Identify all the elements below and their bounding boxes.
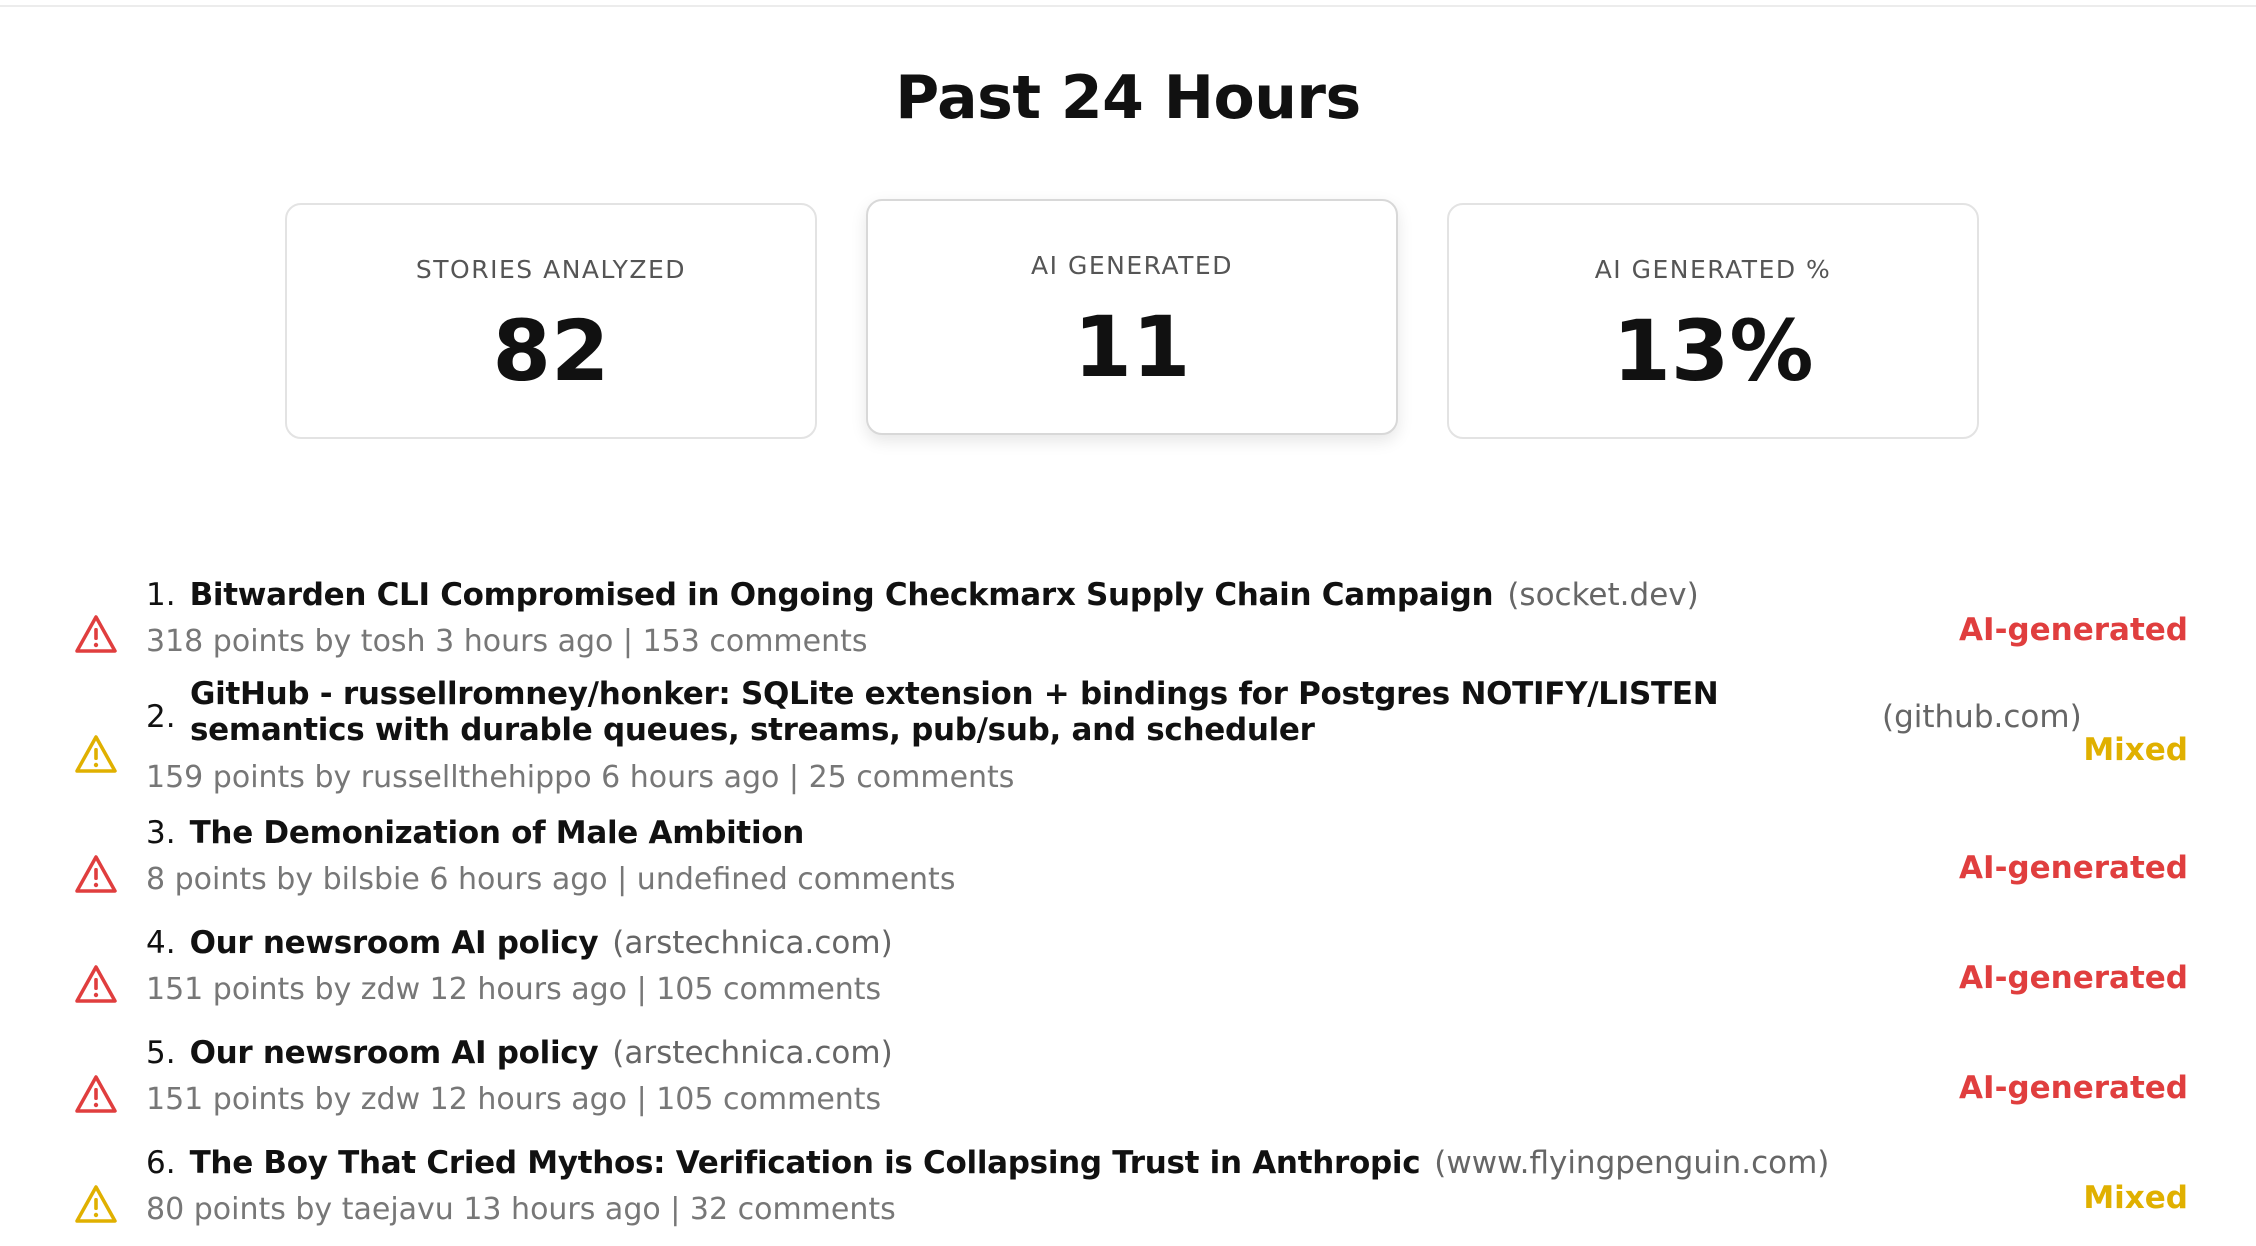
status-badge: AI-generated bbox=[1959, 960, 2188, 996]
story-title-link[interactable]: Bitwarden CLI Compromised in Ongoing Che… bbox=[190, 577, 1494, 613]
story-rank: 1. bbox=[146, 577, 176, 613]
story-rank: 5. bbox=[146, 1035, 176, 1071]
list-item: 1. Bitwarden CLI Compromised in Ongoing C… bbox=[0, 576, 2256, 686]
warning-triangle-red-icon bbox=[74, 614, 118, 654]
status-badge: Mixed bbox=[2083, 732, 2188, 768]
story-meta: 80 points by taejavu 13 hours ago | 32 c… bbox=[146, 1192, 896, 1227]
stat-label: AI GENERATED % bbox=[1594, 255, 1832, 284]
stat-value: 13% bbox=[1612, 302, 1814, 400]
stat-label: AI GENERATED bbox=[1031, 251, 1233, 280]
list-item: 2. GitHub - russellromney/honker: SQLite… bbox=[0, 676, 2256, 806]
status-badge: AI-generated bbox=[1959, 1070, 2188, 1106]
warning-triangle-red-icon bbox=[74, 854, 118, 894]
story-meta: 318 points by tosh 3 hours ago | 153 com… bbox=[146, 624, 868, 659]
story-domain-link[interactable]: (arstechnica.com) bbox=[612, 925, 892, 961]
warning-triangle-yellow-icon bbox=[74, 734, 118, 774]
story-meta: 8 points by bilsbie 6 hours ago | undefi… bbox=[146, 862, 956, 897]
status-badge: AI-generated bbox=[1959, 850, 2188, 886]
stat-card-ai-generated-percent: AI GENERATED % 13% bbox=[1447, 203, 1979, 439]
list-item: 4. Our newsroom AI policy (arstechnica.com… bbox=[0, 924, 2256, 1024]
status-badge: Mixed bbox=[2083, 1180, 2188, 1216]
story-domain-link[interactable]: (github.com) bbox=[1882, 698, 2082, 736]
page-title: Past 24 Hours bbox=[895, 63, 1361, 133]
story-meta: 159 points by russellthehippo 6 hours ag… bbox=[146, 760, 1015, 795]
stat-card-ai-generated: AI GENERATED 11 bbox=[866, 199, 1398, 435]
story-title-link[interactable]: Our newsroom AI policy bbox=[190, 925, 599, 961]
list-item: 3. The Demonization of Male Ambition 8 po… bbox=[0, 814, 2256, 914]
story-title-link[interactable]: The Demonization of Male Ambition bbox=[190, 815, 805, 851]
stat-value: 11 bbox=[1073, 298, 1191, 396]
warning-triangle-red-icon bbox=[74, 1074, 118, 1114]
story-title-link[interactable]: Our newsroom AI policy bbox=[190, 1035, 599, 1071]
list-item: 6. The Boy That Cried Mythos: Verificatio… bbox=[0, 1144, 2256, 1244]
list-item: 5. Our newsroom AI policy (arstechnica.com… bbox=[0, 1034, 2256, 1134]
story-meta: 151 points by zdw 12 hours ago | 105 com… bbox=[146, 972, 882, 1007]
story-rank: 3. bbox=[146, 815, 176, 851]
story-domain-link[interactable]: (socket.dev) bbox=[1507, 577, 1698, 613]
warning-triangle-yellow-icon bbox=[74, 1184, 118, 1224]
story-title-link[interactable]: GitHub - russellromney/honker: SQLite ex… bbox=[190, 676, 1860, 748]
story-rank: 6. bbox=[146, 1145, 176, 1181]
story-rank: 2. bbox=[146, 699, 176, 735]
story-rank: 4. bbox=[146, 925, 176, 961]
story-domain-link[interactable]: (arstechnica.com) bbox=[612, 1035, 892, 1071]
story-title-link[interactable]: The Boy That Cried Mythos: Verification … bbox=[190, 1145, 1421, 1181]
stat-label: STORIES ANALYZED bbox=[415, 255, 687, 284]
stat-value: 82 bbox=[492, 302, 610, 400]
status-badge: AI-generated bbox=[1959, 612, 2188, 648]
stat-card-stories-analyzed: STORIES ANALYZED 82 bbox=[285, 203, 817, 439]
warning-triangle-red-icon bbox=[74, 964, 118, 1004]
top-divider bbox=[0, 0, 2256, 7]
story-domain-link[interactable]: (www.flyingpenguin.com) bbox=[1434, 1145, 1829, 1181]
story-meta: 151 points by zdw 12 hours ago | 105 com… bbox=[146, 1082, 882, 1117]
